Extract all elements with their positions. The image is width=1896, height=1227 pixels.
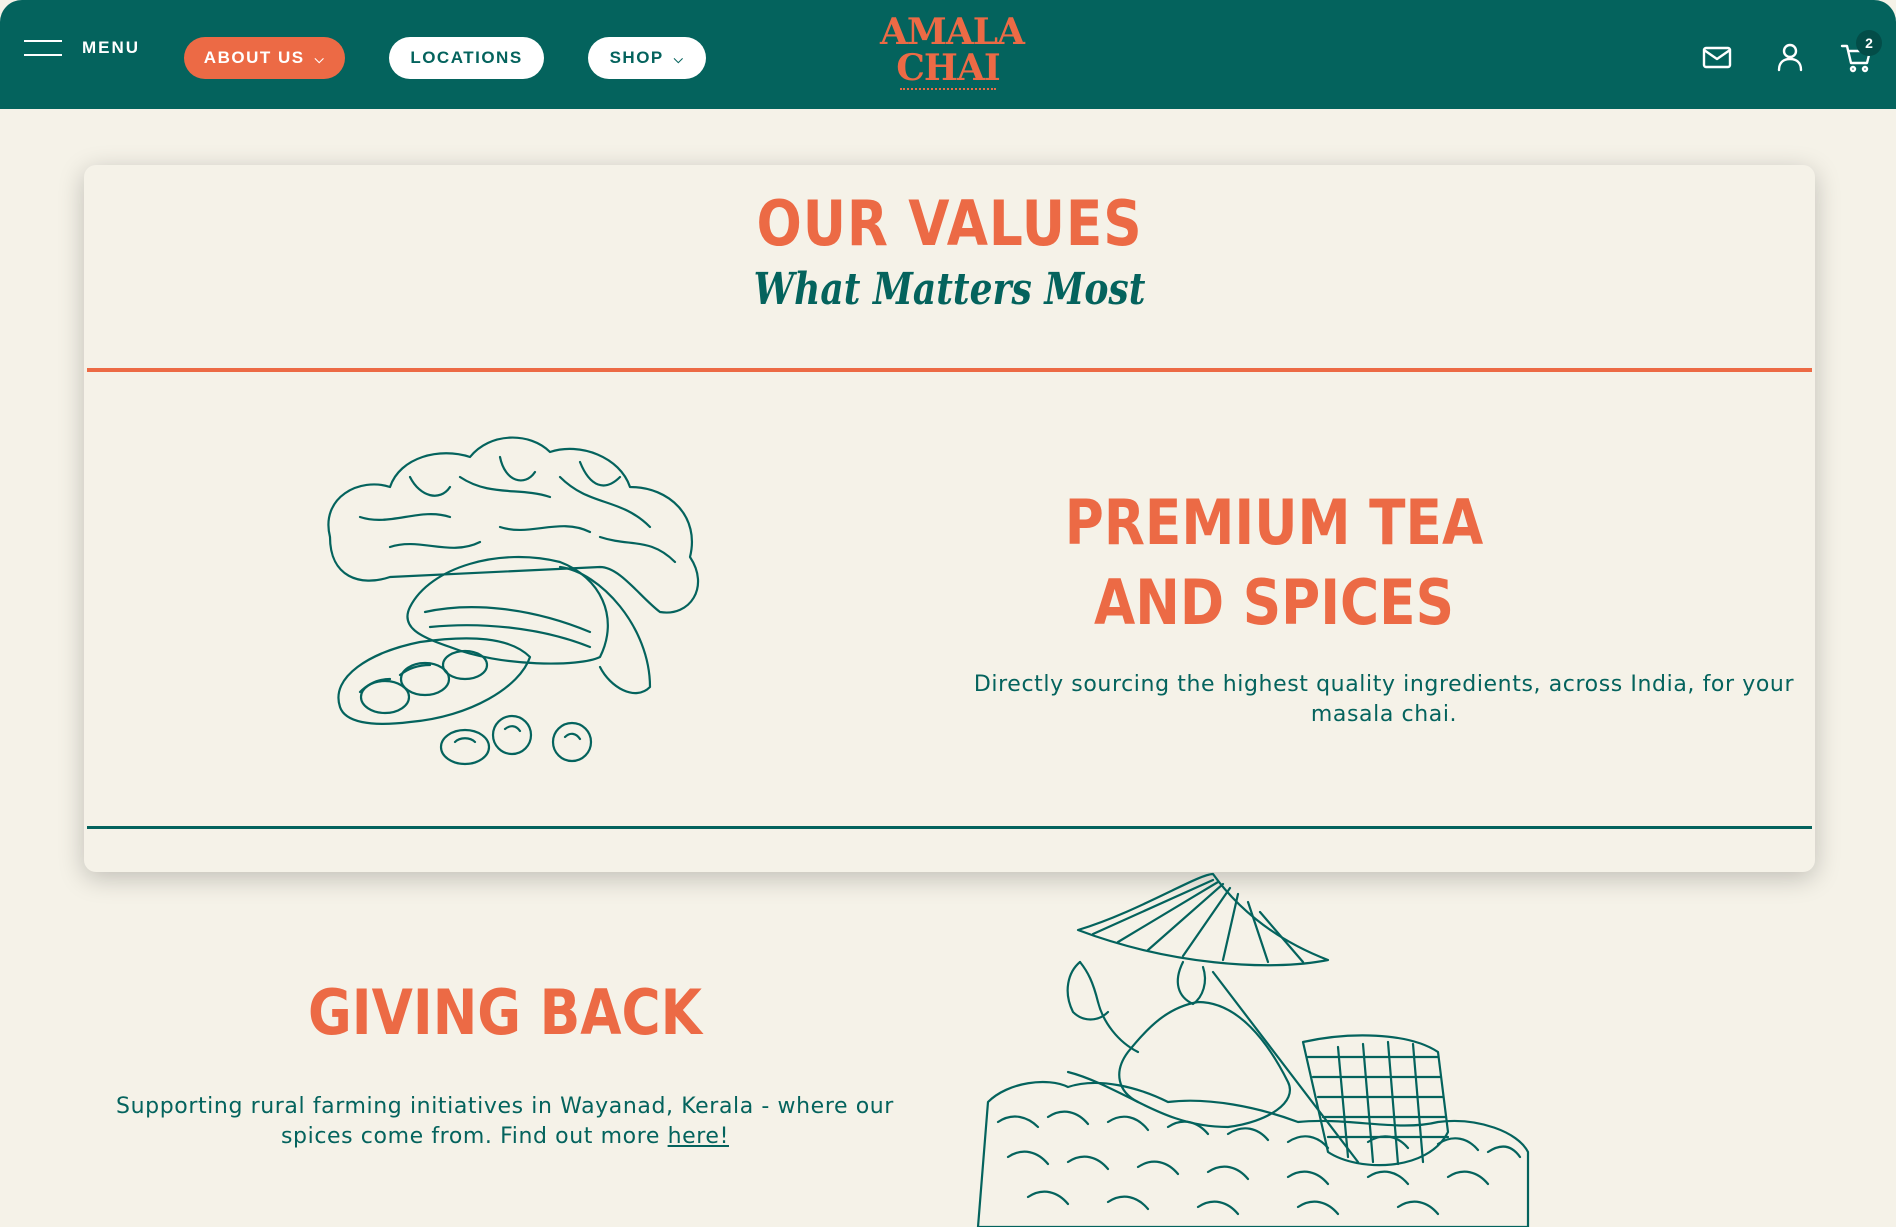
values-title: OUR VALUES — [756, 187, 1143, 260]
user-icon[interactable] — [1773, 40, 1807, 74]
about-us-button[interactable]: ABOUT US ⌵ — [184, 37, 345, 79]
shop-label: SHOP — [609, 48, 664, 67]
cardamom-illustration — [327, 436, 700, 766]
menu-label: MENU — [82, 38, 141, 57]
premium-title-line-2: AND SPICES — [1094, 566, 1454, 639]
premium-description: Directly sourcing the highest quality in… — [973, 672, 1795, 727]
giving-back-text: Supporting rural farming initiatives in … — [116, 1094, 894, 1149]
chevron-down-icon: ⌵ — [314, 51, 326, 66]
locations-button[interactable]: LOCATIONS — [389, 37, 544, 79]
find-out-more-link[interactable]: here! — [668, 1124, 729, 1149]
menu-button[interactable]: MENU — [24, 38, 140, 58]
logo-line-2: CHAI — [896, 47, 1000, 89]
divider-orange — [87, 368, 1812, 372]
values-subtitle: What Matters Most — [753, 264, 1146, 315]
logo-line-1: AMALA — [880, 11, 1025, 53]
divider-teal — [87, 826, 1812, 829]
mail-icon[interactable] — [1700, 40, 1734, 74]
premium-title: PREMIUM TEA AND SPICES — [1007, 483, 1540, 643]
shop-button[interactable]: SHOP ⌵ — [588, 37, 706, 79]
chevron-down-icon: ⌵ — [673, 51, 685, 66]
site-header: MENU ABOUT US ⌵ LOCATIONS SHOP ⌵ AMALA C… — [0, 0, 1896, 109]
giving-back-description: Supporting rural farming initiatives in … — [90, 1092, 920, 1152]
locations-label: LOCATIONS — [410, 48, 523, 67]
values-card: OUR VALUES What Matters Most PREMIUM TEA… — [84, 165, 1815, 872]
about-us-label: ABOUT US — [203, 48, 305, 67]
logo[interactable]: AMALA CHAI — [880, 11, 1025, 96]
premium-title-line-1: PREMIUM TEA — [1064, 486, 1484, 559]
giving-back-title: GIVING BACK — [307, 976, 703, 1049]
tea-picker-illustration — [976, 872, 1530, 1227]
page: MENU ABOUT US ⌵ LOCATIONS SHOP ⌵ AMALA C… — [0, 0, 1896, 1227]
hamburger-icon — [24, 38, 62, 58]
cart-count-badge: 2 — [1856, 30, 1882, 56]
